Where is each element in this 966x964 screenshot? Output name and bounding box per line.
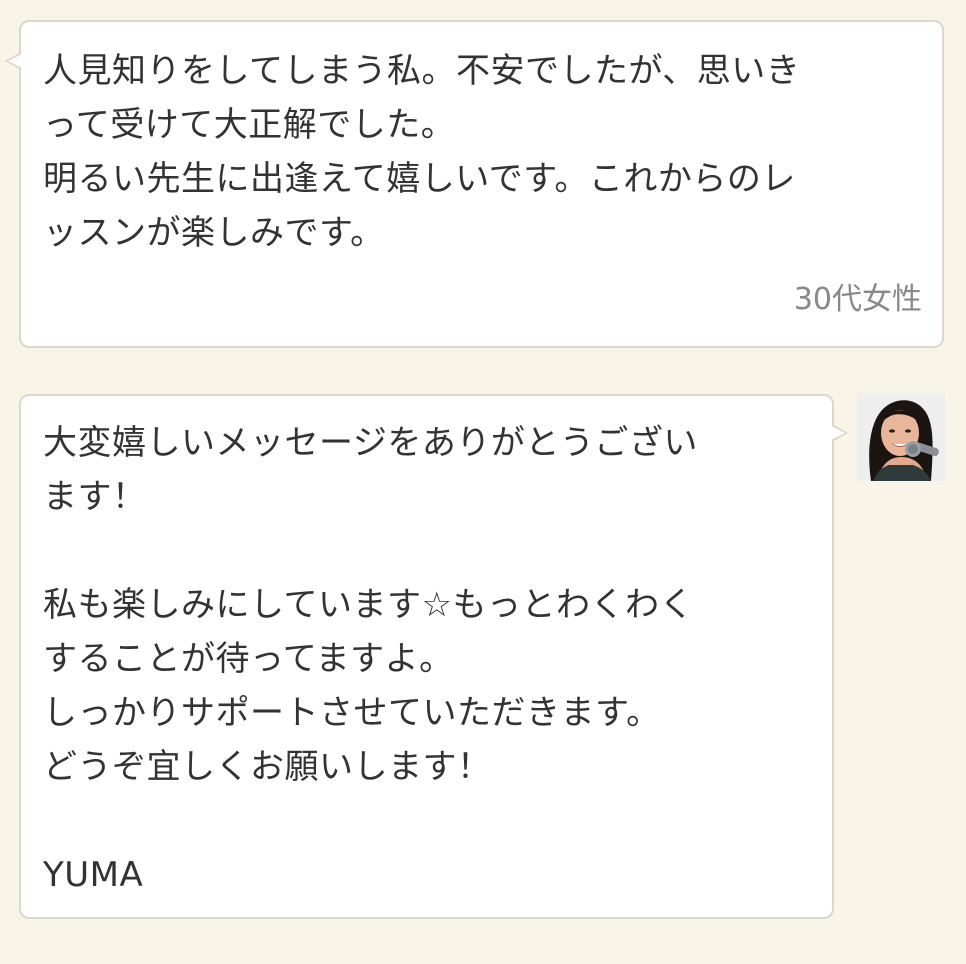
review-line: って受けて大正解でした。 [43,105,456,145]
reply-line: 大変嬉しいメッセージをありがとうござい [43,423,698,463]
reply-line [43,524,698,578]
reply-line: することが待ってますよ。 [43,639,454,679]
review-line: 人見知りをしてしまう私。不安でしたが、思いき [43,51,801,91]
review-line: 明るい先生に出逢えて嬉しいです。これからのレ [43,159,796,199]
review-author: 30代女性 [793,282,922,317]
reply-line: しっかりサポートさせていただきます。 [43,693,661,733]
review-text: 人見知りをしてしまう私。不安でしたが、思いき って受けて大正解でした。 明るい先… [43,44,800,260]
avatar-photo-icon [857,393,945,481]
reply-line: 私も楽しみにしています☆もっとわくわく [43,585,694,625]
reply-signature: YUMA [43,855,144,895]
reply-line: どうぞ宜しくお願いします！ [43,747,492,787]
message-thread: 人見知りをしてしまう私。不安でしたが、思いき って受けて大正解でした。 明るい先… [0,0,966,964]
reply-line: ます！ [43,477,147,517]
reply-text: 大変嬉しいメッセージをありがとうござい ます！ 私も楽しみにしています☆もっとわ… [43,416,698,902]
review-line: ッスンが楽しみです。 [43,213,385,253]
reply-line [43,794,698,848]
teacher-avatar[interactable] [857,393,945,481]
